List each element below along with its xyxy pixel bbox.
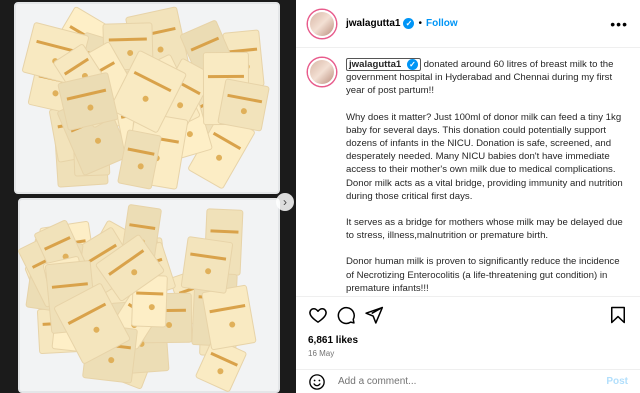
comment-bar: Post bbox=[296, 369, 640, 393]
post-button[interactable]: Post bbox=[606, 376, 628, 387]
caption-paragraph: Donor human milk is proven to significan… bbox=[346, 256, 620, 294]
follow-button[interactable]: Follow bbox=[426, 18, 458, 29]
milk-bag bbox=[217, 78, 271, 133]
post-image[interactable]: › bbox=[0, 0, 296, 393]
milk-bag bbox=[180, 236, 234, 294]
share-icon[interactable] bbox=[364, 305, 384, 325]
post-details: jwalagutta1 ✓ • Follow ••• jwalagutta1 ✓… bbox=[296, 0, 640, 393]
caption-paragraph: Why does it matter? Just 100ml of donor … bbox=[346, 111, 623, 202]
bookmark-icon[interactable] bbox=[608, 305, 628, 325]
avatar[interactable] bbox=[308, 9, 336, 38]
milk-bag bbox=[201, 284, 257, 352]
emoji-icon[interactable] bbox=[308, 373, 326, 391]
caption-paragraph: It serves as a bridge for mothers whose … bbox=[346, 217, 623, 242]
caption-text: jwalagutta1 ✓ donated around 60 litres o… bbox=[346, 58, 630, 294]
post-date[interactable]: 16 May bbox=[308, 349, 334, 358]
action-bar bbox=[296, 296, 640, 332]
username[interactable]: jwalagutta1 bbox=[346, 18, 400, 29]
like-count[interactable]: 6,861 likes bbox=[308, 335, 358, 346]
chevron-right-icon[interactable]: › bbox=[276, 193, 294, 211]
verified-badge-icon: ✓ bbox=[403, 18, 415, 29]
verified-badge-icon: ✓ bbox=[406, 59, 418, 70]
caption: jwalagutta1 ✓ donated around 60 litres o… bbox=[308, 58, 630, 294]
post-header: jwalagutta1 ✓ • Follow ••• bbox=[296, 0, 640, 48]
heart-icon[interactable] bbox=[308, 305, 328, 325]
separator: • bbox=[418, 18, 422, 29]
more-options-icon[interactable]: ••• bbox=[610, 16, 628, 32]
caption-avatar[interactable] bbox=[308, 58, 336, 86]
comment-input[interactable] bbox=[338, 376, 607, 387]
comment-icon[interactable] bbox=[336, 305, 356, 325]
caption-username[interactable]: jwalagutta1 ✓ bbox=[346, 58, 421, 71]
